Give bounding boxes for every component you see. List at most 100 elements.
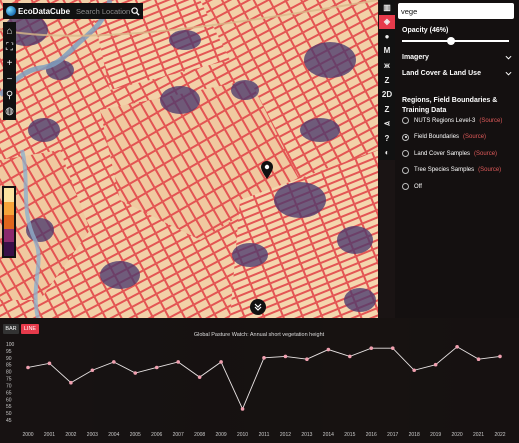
layer-filter-input[interactable]: vege: [398, 3, 514, 19]
section-imagery[interactable]: Imagery: [402, 54, 512, 61]
source-link[interactable]: (Source): [479, 118, 502, 124]
zoom-in-icon[interactable]: +: [3, 55, 16, 71]
chevron-down-icon: [505, 71, 512, 76]
github-icon[interactable]: ●: [379, 29, 395, 44]
data-point[interactable]: [433, 362, 438, 367]
x-tick-label: 2012: [280, 432, 291, 438]
data-point[interactable]: [283, 354, 288, 359]
logo-globe-icon: [6, 6, 16, 16]
radio-button[interactable]: [402, 117, 409, 124]
data-point[interactable]: [476, 357, 481, 361]
data-point[interactable]: [412, 368, 416, 373]
home-icon[interactable]: ⌂: [3, 23, 16, 39]
collapse-chart-button[interactable]: [250, 299, 266, 315]
data-point[interactable]: [390, 346, 395, 350]
zoom-out-icon[interactable]: −: [3, 71, 16, 87]
data-point[interactable]: [26, 365, 30, 370]
search-bar[interactable]: EcoDataCube Search Location: [3, 3, 143, 19]
layers-icon[interactable]: ◈: [379, 14, 395, 30]
data-point[interactable]: [262, 356, 266, 360]
location-pin-icon[interactable]: ⚲: [3, 87, 16, 103]
fullscreen-icon[interactable]: ⛶: [3, 39, 16, 55]
globe-icon[interactable]: ◍: [3, 103, 16, 119]
radio-option[interactable]: Tree Species Samples (Source): [402, 166, 501, 174]
radio-option[interactable]: Land Cover Samples (Source): [402, 150, 497, 157]
radio-option[interactable]: Off: [402, 183, 422, 190]
data-point[interactable]: [305, 357, 309, 361]
source-link[interactable]: (Source): [478, 167, 501, 173]
search-icon[interactable]: [131, 6, 140, 16]
time-series-chart: Global Pasture Watch: Annual short veget…: [6, 332, 506, 438]
search-input[interactable]: Search Location: [76, 7, 131, 16]
app-root: EcoDataCube Search Location ⌂ ⛶ + − ⚲ ◍ ▥ ◈ ● Mж…: [0, 0, 519, 443]
x-tick-label: 2006: [151, 432, 162, 438]
2d-icon[interactable]: 2D: [379, 87, 395, 102]
z-icon[interactable]: Z: [379, 102, 395, 117]
x-tick-label: 2020: [452, 432, 463, 438]
double-chevron-down-icon: [254, 303, 262, 311]
x-tick-label: 2017: [387, 432, 398, 438]
x-tick-label: 2014: [323, 432, 334, 438]
data-point[interactable]: [90, 368, 95, 373]
radio-option[interactable]: NUTS Regions Level-3 (Source): [402, 117, 502, 124]
legend-swatch: [4, 242, 14, 256]
y-tick-label: 65: [6, 390, 12, 396]
data-point[interactable]: [112, 360, 116, 364]
map-icon[interactable]: ▥: [379, 0, 395, 15]
legend-swatch: [4, 215, 14, 229]
mastodon-icon[interactable]: M: [379, 44, 395, 59]
data-point[interactable]: [197, 375, 202, 379]
source-link[interactable]: (Source): [463, 134, 486, 140]
x-tick-label: 2022: [494, 432, 505, 438]
opacity-slider[interactable]: [402, 37, 509, 45]
data-point[interactable]: [69, 380, 73, 385]
map-canvas[interactable]: EcoDataCube Search Location ⌂ ⛶ + − ⚲ ◍: [0, 0, 378, 318]
y-tick-label: 45: [6, 418, 12, 424]
data-point[interactable]: [455, 344, 459, 349]
x-tick-label: 2013: [301, 432, 312, 438]
data-point[interactable]: [176, 360, 180, 364]
radio-button[interactable]: [402, 150, 409, 157]
x-tick-label: 2010: [237, 432, 248, 438]
data-point[interactable]: [240, 407, 245, 411]
radio-button[interactable]: [402, 183, 409, 190]
zenodo-icon[interactable]: Z: [379, 73, 395, 88]
x-tick-label: 2016: [366, 432, 377, 438]
y-tick-label: 80: [6, 370, 12, 376]
location-marker-icon[interactable]: [261, 161, 273, 179]
y-tick-label: 75: [6, 377, 12, 383]
help-icon[interactable]: ?: [379, 131, 395, 146]
contrast-icon[interactable]: ◐: [379, 145, 395, 160]
map-legend: [2, 186, 16, 258]
regions-subheading: Regions, Field Boundaries & Training Dat…: [402, 97, 498, 114]
chevron-down-icon: [505, 55, 512, 60]
x-tick-label: 2001: [44, 432, 55, 438]
section-land-cover[interactable]: Land Cover & Land Use: [402, 70, 512, 77]
data-point[interactable]: [133, 371, 138, 375]
radio-label: NUTS Regions Level-3: [414, 117, 476, 124]
data-point[interactable]: [498, 354, 502, 359]
butterfly-icon[interactable]: ж: [379, 58, 395, 73]
radio-button[interactable]: [402, 133, 409, 141]
data-point[interactable]: [154, 365, 159, 370]
y-tick-label: 60: [6, 397, 12, 403]
radio-option[interactable]: Field Boundaries (Source): [402, 133, 486, 141]
layer-panel: vege Opacity (46%) Imagery Land Cover & …: [395, 0, 519, 318]
data-point[interactable]: [47, 361, 52, 366]
source-link[interactable]: (Source): [474, 151, 497, 157]
map-toolbar: ⌂ ⛶ + − ⚲ ◍: [3, 22, 16, 120]
x-tick-label: 2002: [65, 432, 76, 438]
data-point[interactable]: [326, 347, 331, 352]
share-icon[interactable]: ⋖: [379, 116, 395, 131]
data-point[interactable]: [219, 360, 223, 364]
section-land-cover-label: Land Cover & Land Use: [402, 70, 481, 77]
radio-button[interactable]: [402, 166, 409, 174]
y-tick-label: 70: [6, 383, 12, 389]
opacity-slider-thumb[interactable]: [447, 37, 456, 45]
x-tick-label: 2015: [344, 432, 355, 438]
data-point[interactable]: [348, 354, 352, 359]
radio-label: Land Cover Samples: [414, 150, 471, 157]
data-point[interactable]: [369, 346, 374, 350]
satellite-map-layer: [0, 0, 378, 318]
y-tick-label: 55: [6, 404, 12, 410]
